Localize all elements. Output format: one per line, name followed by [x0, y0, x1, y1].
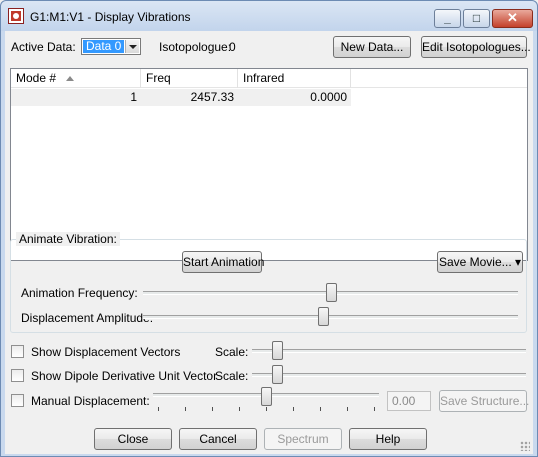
app-icon [8, 8, 24, 24]
start-animation-button[interactable]: Start Animation [182, 251, 264, 273]
active-data-label: Active Data: [11, 40, 76, 54]
manual-displacement-slider[interactable] [261, 387, 272, 406]
slider-tick [347, 407, 348, 411]
resize-grip-icon[interactable] [520, 441, 530, 451]
minimize-icon: _ [444, 11, 451, 25]
close-icon: ✕ [507, 10, 518, 25]
cell-mode: 1 [130, 90, 137, 104]
isotopologue-value: 0 [229, 40, 236, 54]
show-dipole-vector-checkbox[interactable] [11, 369, 24, 382]
slider-tick [212, 407, 213, 411]
slider-tick [374, 407, 375, 411]
animation-frequency-slider[interactable] [325, 283, 337, 302]
save-structure-button[interactable]: Save Structure... [439, 390, 529, 412]
close-button[interactable]: Close [94, 428, 172, 450]
minimize-button[interactable]: _ [434, 9, 461, 28]
new-data-button[interactable]: New Data... [333, 36, 411, 58]
maximize-button[interactable]: □ [463, 9, 490, 28]
save-movie-button[interactable]: Save Movie... ▾ [437, 251, 523, 273]
displacement-scale-slider[interactable] [271, 341, 283, 360]
column-header-label: Freq [146, 71, 171, 85]
active-data-select[interactable]: Data 0 [81, 38, 141, 55]
column-header-label: Mode # [16, 71, 57, 85]
active-data-value: Data 0 [83, 40, 124, 53]
title-bar[interactable]: G1:M1:V1 - Display Vibrations _ □ ✕ [1, 1, 537, 31]
slider-tick [239, 407, 240, 411]
isotopologue-label: Isotopologue: [159, 40, 232, 54]
show-displacement-vectors-checkbox[interactable] [11, 345, 24, 358]
table-row[interactable]: 1 2457.33 0.0000 [11, 89, 351, 106]
manual-displacement-label: Manual Displacement: [31, 394, 150, 408]
slider-tick [293, 407, 294, 411]
show-dipole-vector-label: Show Dipole Derivative Unit Vector [31, 369, 218, 383]
dipole-scale-slider[interactable] [271, 365, 283, 384]
column-header-infrared[interactable]: Infrared [238, 69, 351, 88]
window-title: G1:M1:V1 - Display Vibrations [30, 10, 191, 24]
cell-freq: 2457.33 [190, 90, 234, 104]
dialog-body: Active Data: Data 0 Isotopologue: 0 New … [5, 31, 533, 454]
edit-isotopologues-button[interactable]: Edit Isotopologues... [421, 36, 531, 58]
displacement-amplitude-track[interactable] [143, 315, 518, 319]
column-header-label: Infrared [243, 71, 285, 85]
dipole-scale-track[interactable] [252, 373, 526, 377]
save-movie-label: Save Movie... [438, 255, 512, 269]
displacement-amplitude-label: Displacement Amplitude: [21, 311, 154, 325]
column-header-freq[interactable]: Freq [141, 69, 238, 88]
maximize-icon: □ [472, 11, 481, 25]
dialog-window: G1:M1:V1 - Display Vibrations _ □ ✕ Acti… [0, 0, 538, 457]
dipole-scale-label: Scale: [215, 369, 249, 383]
spectrum-button[interactable]: Spectrum [264, 428, 342, 450]
slider-tick [266, 407, 267, 411]
slider-tick [158, 407, 159, 411]
sort-ascending-icon [66, 76, 74, 81]
cancel-button[interactable]: Cancel [179, 428, 257, 450]
table-header: Mode # Freq Infrared [11, 69, 527, 88]
displacement-amplitude-slider[interactable] [318, 307, 329, 326]
animation-frequency-label: Animation Frequency: [21, 286, 138, 300]
help-button[interactable]: Help [349, 428, 427, 450]
close-window-button[interactable]: ✕ [492, 9, 533, 28]
show-displacement-vectors-label: Show Displacement Vectors [31, 345, 181, 359]
slider-tick [320, 407, 321, 411]
manual-displacement-value[interactable]: 0.00 [387, 391, 431, 411]
displacement-scale-track[interactable] [252, 349, 526, 353]
slider-tick [185, 407, 186, 411]
chevron-down-icon[interactable] [125, 40, 139, 53]
animate-vibration-label: Animate Vibration: [16, 232, 120, 246]
manual-displacement-checkbox[interactable] [11, 394, 24, 407]
dropdown-arrow-icon: ▾ [515, 255, 522, 269]
cell-infrared: 0.0000 [310, 90, 347, 104]
column-header-mode[interactable]: Mode # [11, 69, 141, 88]
displacement-scale-label: Scale: [215, 345, 249, 359]
